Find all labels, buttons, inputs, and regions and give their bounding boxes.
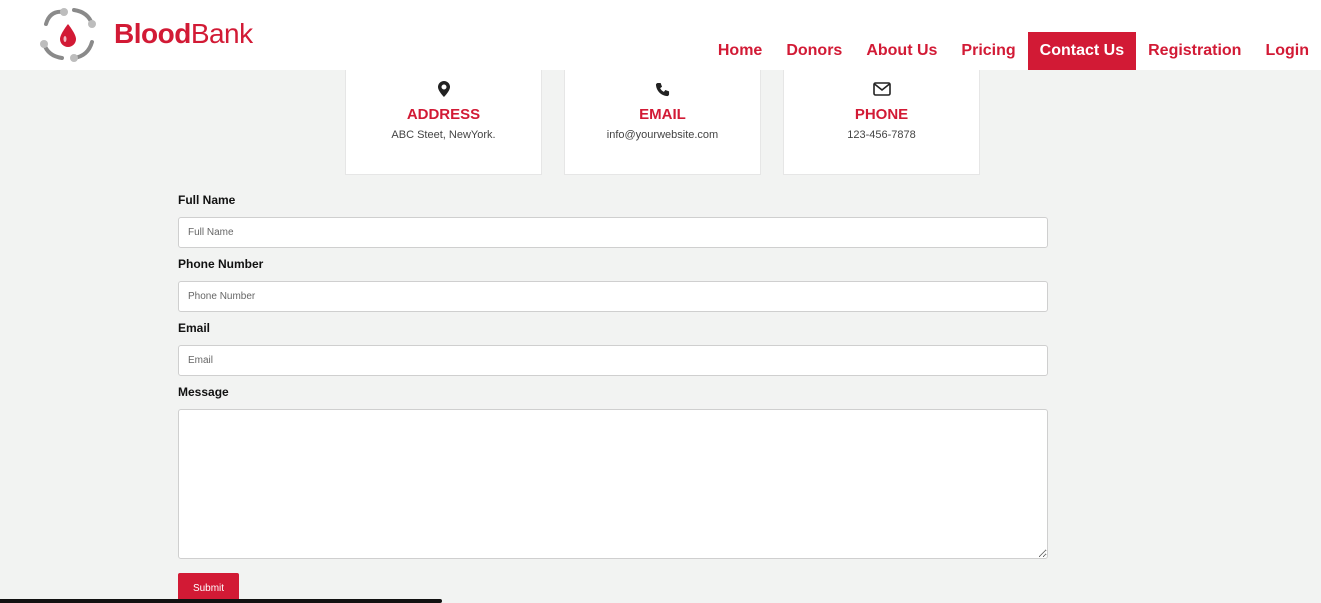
brand-name-light: Bank	[190, 18, 253, 49]
phone-icon	[655, 80, 670, 98]
phone-value: 123-456-7878	[847, 129, 916, 141]
email-label: Email	[178, 321, 211, 335]
nav-registration[interactable]: Registration	[1136, 32, 1253, 70]
full-name-input[interactable]	[178, 217, 1048, 248]
phone-number-label: Phone Number	[178, 257, 264, 271]
contact-form: Full Name Phone Number Email Message Sub…	[178, 192, 1048, 603]
message-label: Message	[178, 385, 229, 399]
brand-name: BloodBank	[114, 18, 253, 50]
nav-home[interactable]: Home	[706, 32, 774, 70]
blood-drop-logo-icon	[40, 8, 96, 62]
nav-pricing[interactable]: Pricing	[949, 32, 1027, 70]
envelope-icon	[872, 80, 891, 98]
contact-info-cards: ADDRESS ABC Steet, NewYork. EMAIL info@y…	[345, 70, 1002, 175]
email-input[interactable]	[178, 345, 1048, 376]
nav-donors[interactable]: Donors	[774, 32, 854, 70]
phone-number-input[interactable]	[178, 281, 1048, 312]
address-title: ADDRESS	[406, 106, 481, 123]
site-header: BloodBank Home Donors About Us Pricing C…	[0, 0, 1321, 70]
nav-about-us[interactable]: About Us	[854, 32, 949, 70]
nav-login[interactable]: Login	[1253, 32, 1321, 70]
email-title: EMAIL	[639, 106, 686, 123]
map-pin-icon	[437, 80, 450, 98]
full-name-label: Full Name	[178, 193, 236, 207]
brand-logo[interactable]: BloodBank	[36, 4, 253, 64]
nav-contact-us[interactable]: Contact Us	[1027, 32, 1137, 70]
phone-title: PHONE	[854, 106, 909, 123]
phone-card: PHONE 123-456-7878	[783, 70, 980, 175]
address-value: ABC Steet, NewYork.	[391, 129, 496, 141]
email-value: info@yourwebsite.com	[606, 129, 719, 141]
address-card: ADDRESS ABC Steet, NewYork.	[345, 70, 542, 175]
horizontal-scrollbar[interactable]	[0, 599, 442, 603]
email-card: EMAIL info@yourwebsite.com	[564, 70, 761, 175]
brand-name-bold: Blood	[114, 18, 191, 49]
message-textarea[interactable]	[178, 409, 1048, 559]
main-nav: Home Donors About Us Pricing Contact Us …	[706, 32, 1321, 70]
